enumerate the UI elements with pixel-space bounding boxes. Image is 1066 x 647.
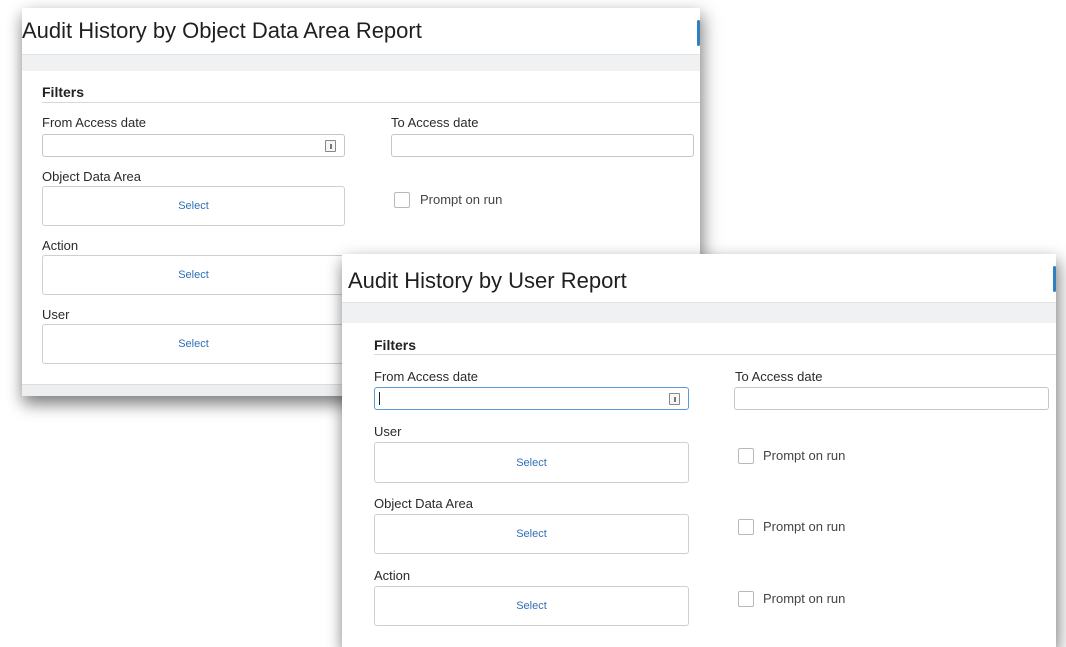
text-cursor: [379, 392, 380, 405]
accent-edge: [1053, 266, 1056, 292]
from-access-date-input[interactable]: [374, 387, 689, 410]
user-prompt-on-run-checkbox[interactable]: [738, 448, 754, 464]
filters-divider: [374, 354, 1056, 355]
filters-heading: Filters: [374, 337, 417, 353]
object-data-area-label: Object Data Area: [374, 496, 473, 511]
prompt-on-run-label: Prompt on run: [420, 192, 503, 207]
object-data-area-select-button[interactable]: Select: [42, 186, 345, 226]
to-access-date-label: To Access date: [391, 115, 479, 130]
object-data-area-select-button[interactable]: Select: [374, 514, 689, 554]
filters-heading: Filters: [42, 84, 85, 100]
object-data-area-label: Object Data Area: [42, 169, 141, 184]
object-data-area-prompt-on-run-checkbox[interactable]: [738, 519, 754, 535]
action-select-button[interactable]: Select: [374, 586, 689, 626]
object-data-area-prompt-on-run-label: Prompt on run: [763, 519, 846, 534]
action-prompt-on-run-label: Prompt on run: [763, 591, 846, 606]
page-title: Audit History by User Report: [348, 268, 627, 293]
user-label: User: [374, 424, 402, 439]
action-select-button[interactable]: Select: [42, 255, 345, 295]
to-access-date-label: To Access date: [735, 369, 823, 384]
user-label: User: [42, 307, 70, 322]
from-access-date-label: From Access date: [374, 369, 479, 384]
action-prompt-on-run-checkbox[interactable]: [738, 591, 754, 607]
to-access-date-input[interactable]: [391, 134, 694, 157]
from-access-date-input[interactable]: [42, 134, 345, 157]
page-title: Audit History by Object Data Area Report: [22, 18, 422, 43]
accent-edge: [697, 20, 700, 46]
action-label: Action: [42, 238, 79, 253]
action-label: Action: [374, 568, 411, 583]
calendar-icon[interactable]: [669, 393, 680, 405]
user-select-button[interactable]: Select: [374, 442, 689, 483]
from-access-date-label: From Access date: [42, 115, 147, 130]
calendar-icon[interactable]: [325, 140, 336, 152]
header-strip: [342, 302, 1056, 323]
user-select-button[interactable]: Select: [42, 324, 345, 364]
filters-divider: [42, 102, 700, 103]
user-report-panel: Audit History by User Report Filters Fro…: [342, 254, 1056, 647]
user-prompt-on-run-label: Prompt on run: [763, 448, 846, 463]
header-strip: [22, 54, 700, 71]
to-access-date-input[interactable]: [734, 387, 1049, 410]
prompt-on-run-checkbox[interactable]: [394, 192, 410, 208]
